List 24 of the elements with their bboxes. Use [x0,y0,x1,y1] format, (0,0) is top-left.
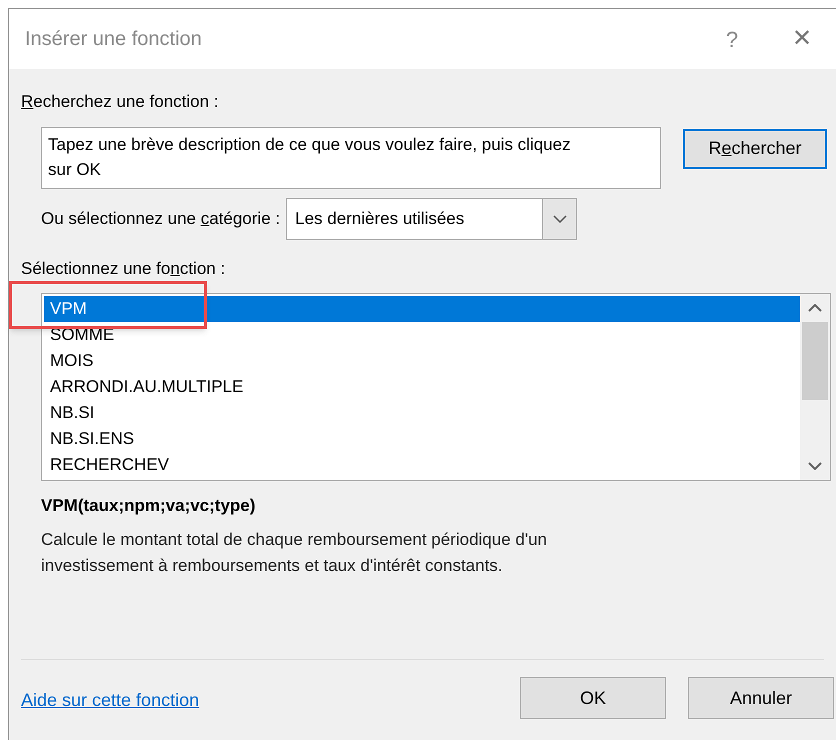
field-label: Ou sélectionnez une catégorie : [41,208,280,230]
scroll-up-icon[interactable] [808,304,822,312]
function-signature: VPM(taux;npm;va;vc;type) [41,495,256,517]
scroll-down-icon[interactable] [808,462,822,470]
function-list-item[interactable]: VPM [44,296,800,322]
function-description: Calcule le montant total de chaque remboursement périodique d'un investissement à remboursements et taux d'intérêt constants. [41,528,548,576]
ok-button[interactable]: OK [520,677,666,719]
function-list-item[interactable]: NB.SI.ENS [44,426,800,452]
close-button[interactable]: ✕ [782,21,822,57]
help-link[interactable]: Aide sur cette fonction [21,686,520,714]
field-label: Sélectionnez une fonction : [21,258,226,280]
function-list-item[interactable]: RECHERCHEV [44,452,800,478]
field-label: Recherchez une fonction : [21,91,219,113]
window-title: Insérer une fonction [25,27,203,52]
function-list-item[interactable]: MOIS [44,348,800,374]
scroll-thumb[interactable] [802,322,828,400]
cancel-button[interactable]: Annuler [688,677,834,719]
function-list-item[interactable]: NB.SI [44,400,800,426]
category-dropdown[interactable]: Les dernières utilisées [286,198,578,240]
scrollbar[interactable] [800,294,830,480]
function-list-item[interactable]: ARRONDI.AU.MULTIPLE [44,374,800,400]
search-button[interactable]: Rechercher [683,128,827,168]
search-field[interactable]: Tapez une brève description de ce que vous voulez faire, puis cliquez sur OK [41,126,661,188]
chevron-down-icon [552,214,567,222]
